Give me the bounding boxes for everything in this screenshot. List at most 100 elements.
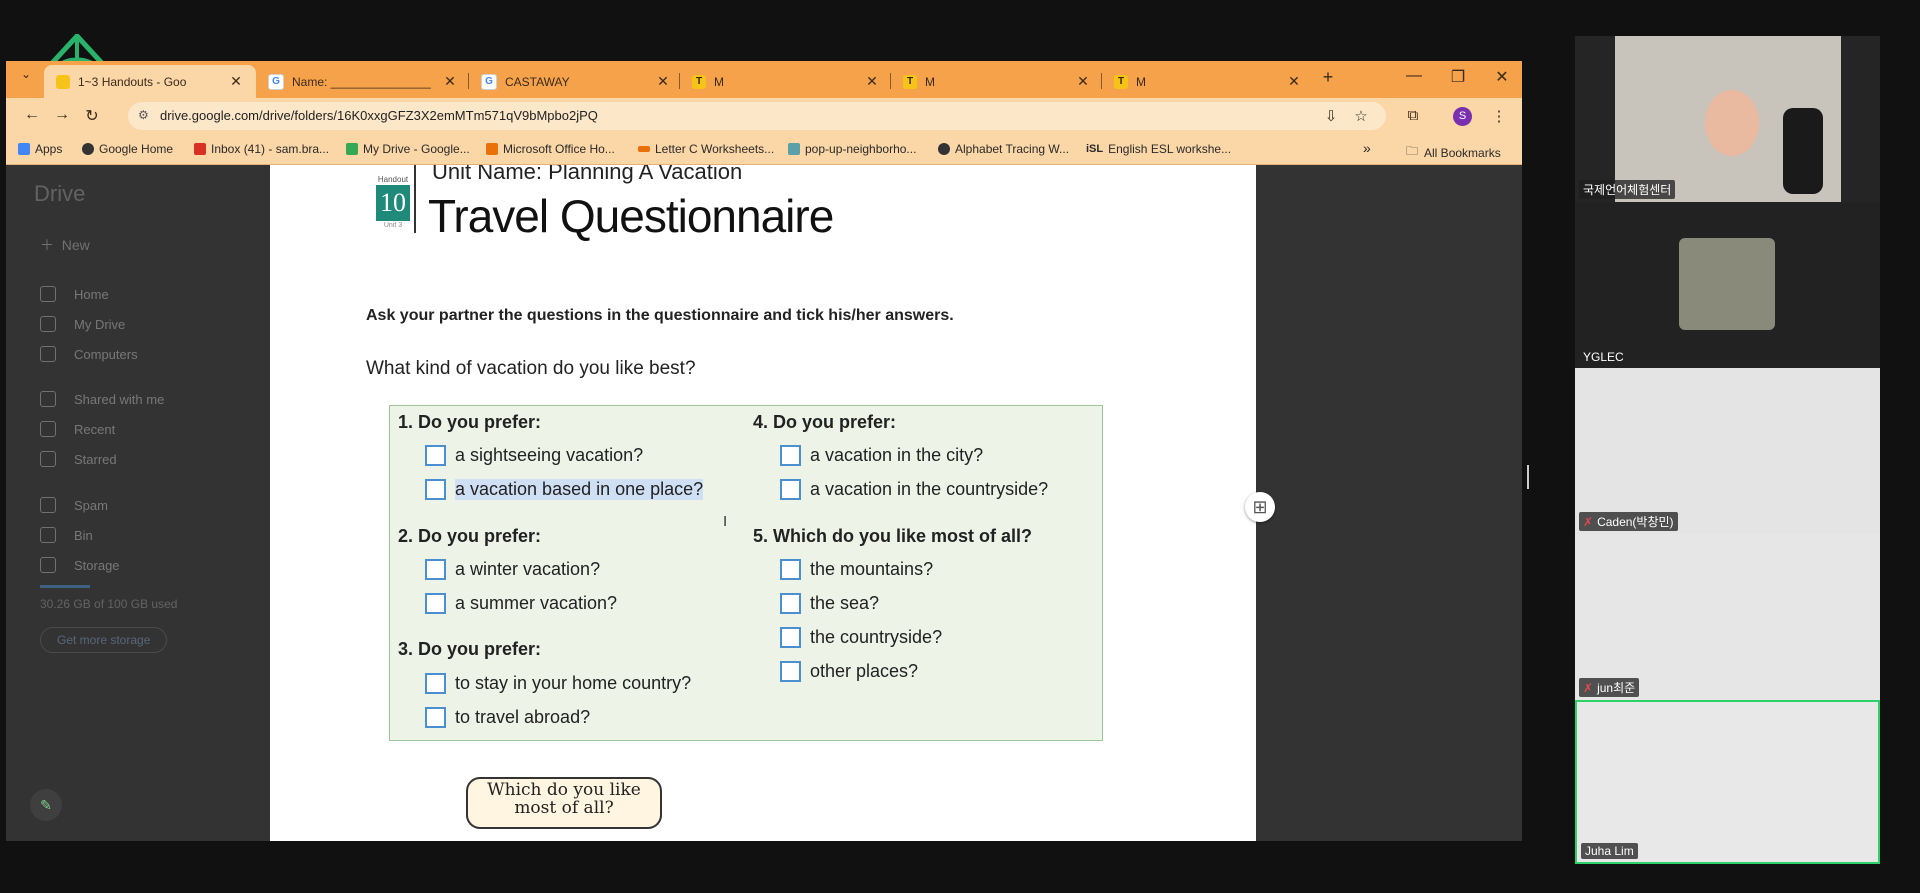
panel-resize-handle[interactable]	[1527, 465, 1529, 489]
sidebar-bin[interactable]: Bin	[40, 527, 93, 543]
bookmark-alphabet[interactable]: Alphabet Tracing W...	[938, 142, 1069, 156]
bookmark-star-icon[interactable]: ☆	[1350, 107, 1372, 125]
browser-toolbar: ← → ↻ ⚙ drive.google.com/drive/folders/1…	[6, 98, 1522, 134]
participant-avatar-image	[1679, 238, 1775, 330]
bookmark-inbox[interactable]: Inbox (41) - sam.bra...	[194, 142, 329, 156]
forward-button[interactable]: →	[50, 106, 74, 124]
globe-icon	[82, 143, 94, 155]
checkbox[interactable]	[425, 479, 446, 500]
close-tab-icon[interactable]: ✕	[442, 73, 458, 90]
close-tab-icon[interactable]: ✕	[1286, 73, 1302, 90]
option-row[interactable]: to stay in your home country?	[425, 673, 691, 694]
close-tab-icon[interactable]: ✕	[655, 73, 671, 90]
extensions-icon[interactable]: ⧉	[1402, 107, 1424, 124]
home-icon	[40, 286, 56, 302]
handout-badge: Handout 10 Unit 3	[376, 175, 410, 229]
new-button[interactable]: ＋ New	[40, 235, 90, 255]
option-row[interactable]: the countryside?	[780, 627, 942, 648]
minimize-button[interactable]: —	[1394, 67, 1434, 85]
option-row[interactable]: a summer vacation?	[425, 593, 617, 614]
sidebar-spam[interactable]: Spam	[40, 497, 108, 513]
new-tab-button[interactable]: +	[1308, 67, 1348, 88]
bookmark-pop-up[interactable]: pop-up-neighborho...	[788, 142, 916, 156]
participant-tile[interactable]: ✗ jun최준	[1575, 534, 1880, 700]
address-bar[interactable]: ⚙ drive.google.com/drive/folders/16K0xxg…	[128, 102, 1386, 130]
option-row[interactable]: a vacation based in one place?	[425, 479, 704, 500]
close-tab-icon[interactable]: ✕	[864, 73, 880, 90]
google-drive-favicon	[56, 74, 70, 89]
sidebar-computers[interactable]: Computers	[40, 346, 138, 362]
chair-shape	[1783, 108, 1823, 194]
tab-name-doc[interactable]: G Name: _______________ ✕	[256, 65, 466, 98]
install-app-icon[interactable]: ⇩	[1320, 107, 1342, 125]
sidebar-shared[interactable]: Shared with me	[40, 391, 164, 407]
edit-pencil-icon[interactable]: ✎	[30, 789, 62, 821]
get-storage-button[interactable]: Get more storage	[40, 627, 168, 653]
worksheet-icon	[638, 146, 650, 152]
participant-tile[interactable]: 국제언어체험센터	[1575, 36, 1880, 202]
tab-castaway[interactable]: G CASTAWAY ✕	[469, 65, 677, 98]
trash-icon	[40, 527, 56, 543]
mic-muted-icon: ✗	[1583, 515, 1594, 529]
tab-m-1[interactable]: T M ✕	[680, 65, 888, 98]
participant-tile-active[interactable]: Juha Lim	[1575, 700, 1880, 864]
checkbox[interactable]	[425, 445, 446, 466]
close-tab-icon[interactable]: ✕	[228, 73, 244, 90]
option-row[interactable]: a vacation in the city?	[780, 445, 983, 466]
tab-search-icon[interactable]: ⌄	[14, 67, 38, 81]
site-info-icon[interactable]: ⚙	[138, 108, 149, 122]
checkbox[interactable]	[425, 593, 446, 614]
menu-kebab-icon[interactable]: ⋮	[1488, 107, 1510, 125]
sidebar-my-drive[interactable]: My Drive	[40, 316, 125, 332]
checkbox[interactable]	[780, 479, 801, 500]
speech-bubble: Which do you like most of all?	[466, 777, 662, 829]
sidebar-storage[interactable]: Storage	[40, 557, 120, 573]
checkbox[interactable]	[780, 661, 801, 682]
restore-button[interactable]: ❐	[1438, 67, 1478, 87]
bookmark-my-drive[interactable]: My Drive - Google...	[346, 142, 470, 156]
tab-m-3[interactable]: T M ✕	[1102, 65, 1310, 98]
tab-handouts[interactable]: 1~3 Handouts - Goo ✕	[44, 65, 256, 98]
checkbox[interactable]	[780, 627, 801, 648]
option-row[interactable]: a sightseeing vacation?	[425, 445, 643, 466]
tab-m-2[interactable]: T M ✕	[891, 65, 1099, 98]
checkbox[interactable]	[780, 593, 801, 614]
reload-button[interactable]: ↻	[80, 106, 104, 126]
clock-icon	[40, 421, 56, 437]
checkbox[interactable]	[425, 559, 446, 580]
option-row[interactable]: a vacation in the countryside?	[780, 479, 1048, 500]
option-row[interactable]: a winter vacation?	[425, 559, 600, 580]
bookmark-letter-c[interactable]: Letter C Worksheets...	[638, 142, 774, 156]
close-tab-icon[interactable]: ✕	[1075, 73, 1091, 90]
spam-icon	[40, 497, 56, 513]
profile-avatar[interactable]: S	[1453, 107, 1472, 126]
question-heading: 4. Do you prefer:	[753, 412, 897, 432]
questionnaire-box: 1. Do you prefer: a sightseeing vacation…	[389, 405, 1103, 741]
more-bookmarks-icon[interactable]: »	[1363, 140, 1371, 156]
tab-bar: ⌄ 1~3 Handouts - Goo ✕ G Name: _________…	[6, 61, 1522, 98]
all-bookmarks-folder[interactable]: 🗀 All Bookmarks	[1406, 142, 1501, 163]
option-row[interactable]: to travel abroad?	[425, 707, 590, 728]
bookmark-esl[interactable]: iSL English ESL workshe...	[1086, 142, 1231, 156]
participant-tile[interactable]: ✗ Caden(박창민)	[1575, 368, 1880, 534]
t-favicon: T	[903, 74, 917, 89]
checkbox[interactable]	[425, 707, 446, 728]
checkbox[interactable]	[425, 673, 446, 694]
add-comment-icon[interactable]: ⊞	[1245, 492, 1275, 522]
option-row[interactable]: other places?	[780, 661, 918, 682]
bookmark-apps[interactable]: Apps	[18, 142, 62, 156]
checkbox[interactable]	[780, 559, 801, 580]
option-row[interactable]: the sea?	[780, 593, 879, 614]
sidebar-home[interactable]: Home	[40, 286, 109, 302]
bookmark-google-home[interactable]: Google Home	[82, 142, 173, 156]
question-heading: 2. Do you prefer:	[398, 526, 542, 546]
participant-tile[interactable]: YGLEC	[1575, 202, 1880, 368]
bookmark-office[interactable]: Microsoft Office Ho...	[486, 142, 615, 156]
document-title: Travel Questionnaire	[428, 190, 834, 242]
back-button[interactable]: ←	[20, 106, 44, 124]
checkbox[interactable]	[780, 445, 801, 466]
option-row[interactable]: the mountains?	[780, 559, 933, 580]
sidebar-starred[interactable]: Starred	[40, 451, 117, 467]
sidebar-recent[interactable]: Recent	[40, 421, 115, 437]
close-window-button[interactable]: ✕	[1482, 67, 1522, 87]
